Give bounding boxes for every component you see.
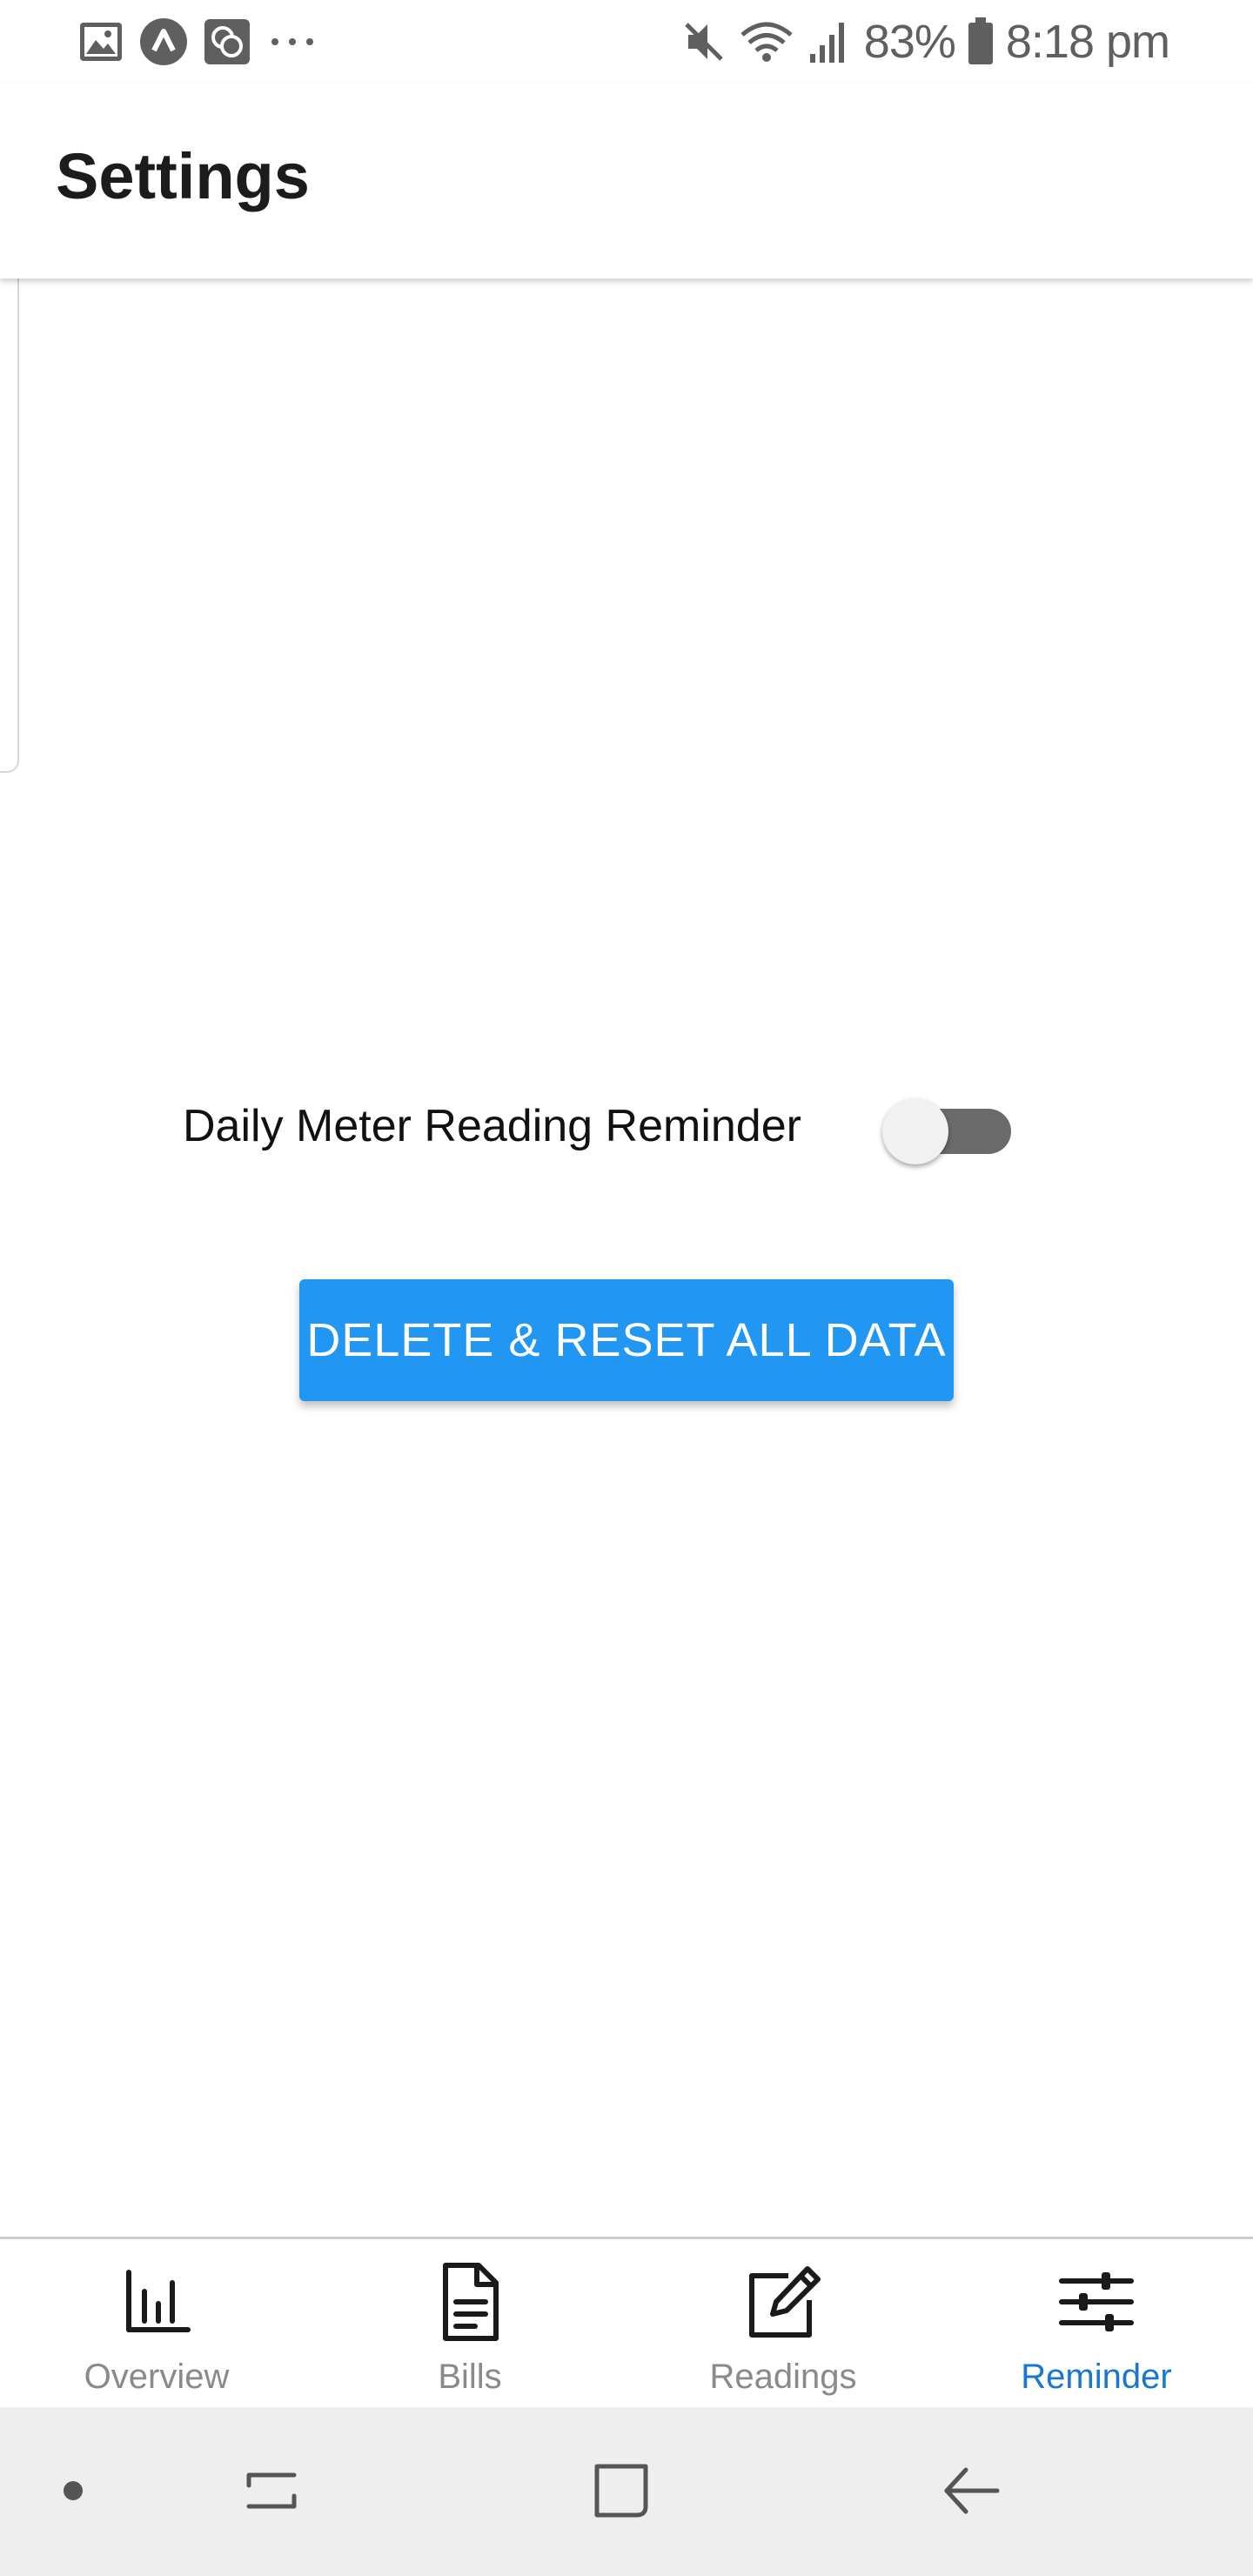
tab-label: Overview xyxy=(84,2358,230,2396)
tab-label: Bills xyxy=(438,2358,502,2396)
sliders-icon xyxy=(1051,2257,1142,2347)
clock: 8:18 pm xyxy=(1005,16,1170,68)
app-bar: Settings xyxy=(0,84,1253,278)
tab-reminder[interactable]: Reminder xyxy=(940,2239,1253,2410)
status-bar: 83% 8:18 pm xyxy=(0,0,1253,84)
more-notifications-icon xyxy=(266,33,318,50)
home-button[interactable] xyxy=(569,2438,673,2543)
tab-label: Readings xyxy=(709,2358,857,2396)
signal-icon xyxy=(807,19,852,64)
back-arrow-icon xyxy=(944,2467,1000,2514)
reminder-setting-row: Daily Meter Reading Reminder xyxy=(0,1079,1253,1177)
recent-apps-button[interactable] xyxy=(219,2438,324,2543)
tab-overview[interactable]: Overview xyxy=(0,2239,313,2410)
back-button[interactable] xyxy=(919,2438,1023,2543)
app-icon xyxy=(139,17,188,66)
nav-dot-button[interactable] xyxy=(21,2438,125,2543)
edit-icon xyxy=(738,2257,828,2347)
gallery-icon xyxy=(78,19,124,64)
chat-icon xyxy=(204,18,251,65)
drawer-edge-handle[interactable] xyxy=(0,258,19,773)
battery-icon xyxy=(968,17,994,66)
battery-percentage: 83% xyxy=(863,16,956,68)
toggle-thumb xyxy=(882,1098,948,1164)
home-icon xyxy=(594,2464,648,2518)
reminder-toggle[interactable] xyxy=(882,1098,1011,1164)
tab-readings[interactable]: Readings xyxy=(626,2239,940,2410)
tab-label: Reminder xyxy=(1021,2358,1172,2396)
delete-reset-button[interactable]: DELETE & RESET ALL DATA xyxy=(299,1279,954,1401)
bar-chart-icon xyxy=(111,2257,202,2347)
mute-icon xyxy=(681,19,727,64)
reminder-label: Daily Meter Reading Reminder xyxy=(183,1101,801,1151)
bottom-tab-bar: Overview Bills Readings Reminder xyxy=(0,2237,1253,2410)
recent-apps-icon xyxy=(246,2472,297,2509)
document-icon xyxy=(425,2257,515,2347)
page-title: Settings xyxy=(56,140,310,212)
system-navigation-bar xyxy=(0,2407,1253,2576)
tab-bills[interactable]: Bills xyxy=(313,2239,626,2410)
notification-icons xyxy=(78,17,318,66)
dot-icon xyxy=(64,2481,83,2500)
system-status: 83% 8:18 pm xyxy=(681,12,1170,71)
wifi-icon xyxy=(739,19,794,64)
